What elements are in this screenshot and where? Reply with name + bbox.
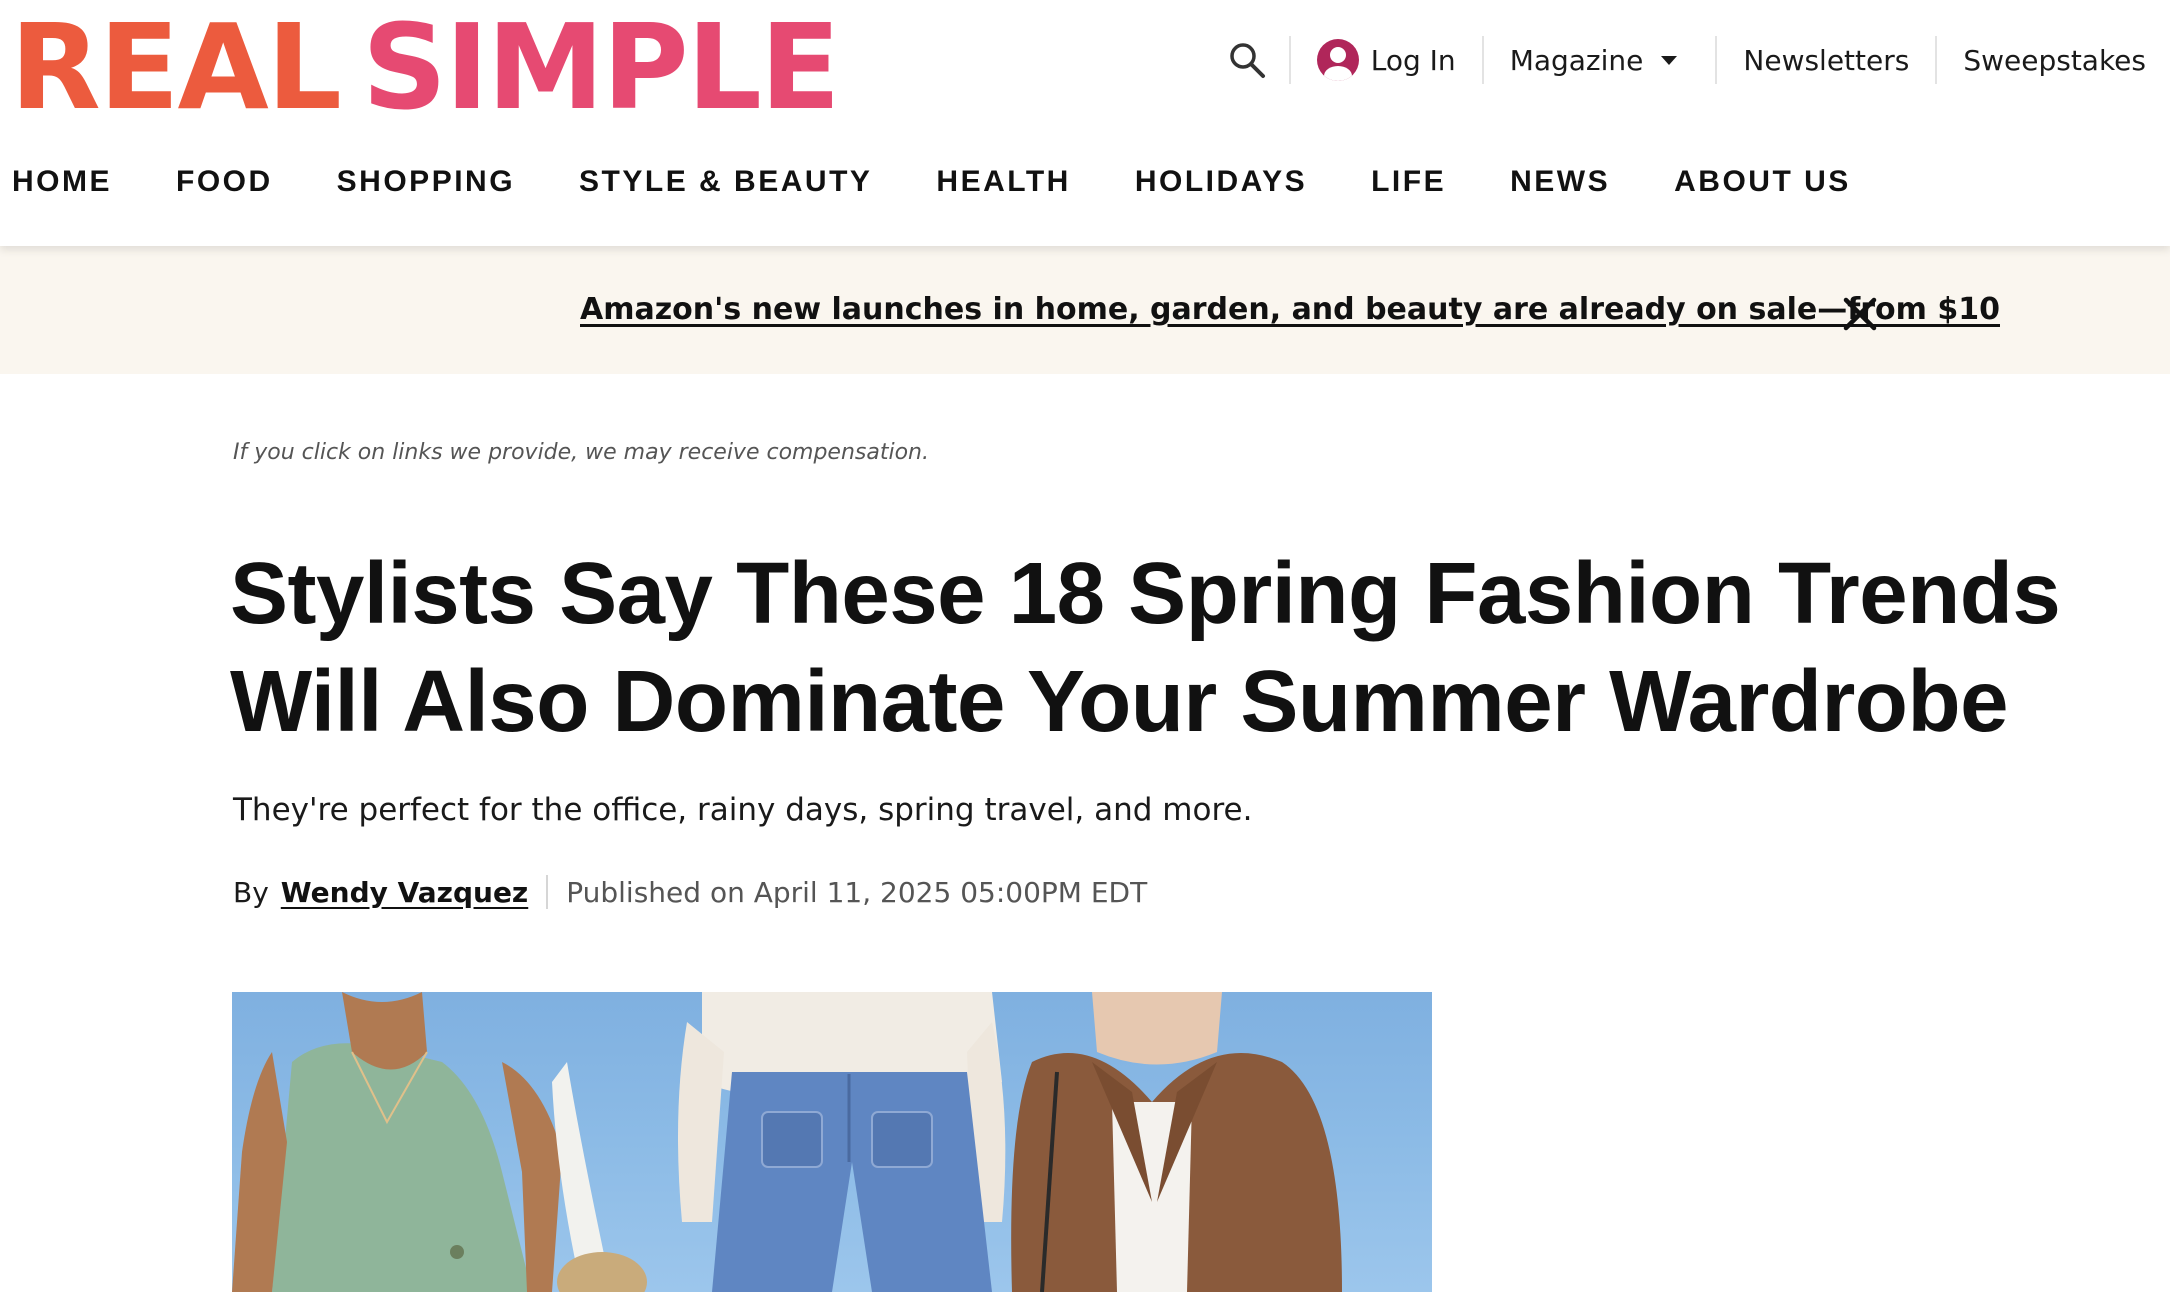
nav-item-health[interactable]: HEALTH [936, 165, 1070, 199]
nav-item-holidays[interactable]: HOLIDAYS [1135, 165, 1307, 199]
promo-close-button[interactable] [1840, 294, 1880, 334]
nav-item-food[interactable]: FOOD [176, 165, 273, 199]
magazine-label: Magazine [1509, 43, 1644, 77]
close-icon [1843, 297, 1877, 331]
sweepstakes-label: Sweepstakes [1963, 43, 2146, 77]
sweepstakes-link[interactable]: Sweepstakes [1937, 35, 2152, 85]
newsletters-link[interactable]: Newsletters [1717, 35, 1935, 85]
search-button[interactable] [1227, 35, 1289, 85]
author-link[interactable]: Wendy Vazquez [281, 876, 528, 909]
login-link[interactable]: Log In [1291, 35, 1482, 85]
login-label: Log In [1370, 43, 1456, 77]
byline: By Wendy Vazquez Published on April 11, … [233, 872, 1147, 912]
nav-item-shopping[interactable]: SHOPPING [337, 165, 515, 199]
caret-down-icon [1661, 55, 1678, 65]
newsletters-label: Newsletters [1743, 43, 1910, 77]
hero-image [232, 992, 1432, 1292]
nav-item-home[interactable]: HOME [12, 165, 112, 199]
byline-divider [546, 875, 549, 909]
site-header: REAL SIMPLE Log In Magazine Newsletters … [0, 0, 2170, 246]
hero-illustration [232, 992, 1342, 1292]
utility-nav: Log In Magazine Newsletters Sweepstakes [1227, 32, 2152, 88]
byline-prefix: By [233, 875, 269, 909]
logo-word-simple: SIMPLE [361, 0, 841, 136]
main-nav: HOME FOOD SHOPPING STYLE & BEAUTY HEALTH… [12, 165, 1915, 199]
site-logo[interactable]: REAL SIMPLE [10, 0, 841, 136]
nav-item-life[interactable]: LIFE [1371, 165, 1446, 199]
article-headline: Stylists Say These 18 Spring Fashion Tre… [230, 545, 2061, 750]
article-dek: They're perfect for the office, rainy da… [233, 792, 1253, 828]
affiliate-disclaimer: If you click on links we provide, we may… [233, 440, 929, 465]
nav-item-news[interactable]: NEWS [1510, 165, 1610, 199]
nav-item-about-us[interactable]: ABOUT US [1674, 165, 1851, 199]
account-icon [1316, 39, 1359, 81]
publish-date: Published on April 11, 2025 05:00PM EDT [566, 875, 1148, 909]
search-icon [1230, 43, 1265, 78]
logo-word-real: REAL [10, 0, 342, 136]
nav-item-style-beauty[interactable]: STYLE & BEAUTY [579, 165, 872, 199]
promo-banner-link[interactable]: Amazon's new launches in home, garden, a… [580, 292, 2000, 327]
magazine-dropdown[interactable]: Magazine [1484, 35, 1704, 85]
